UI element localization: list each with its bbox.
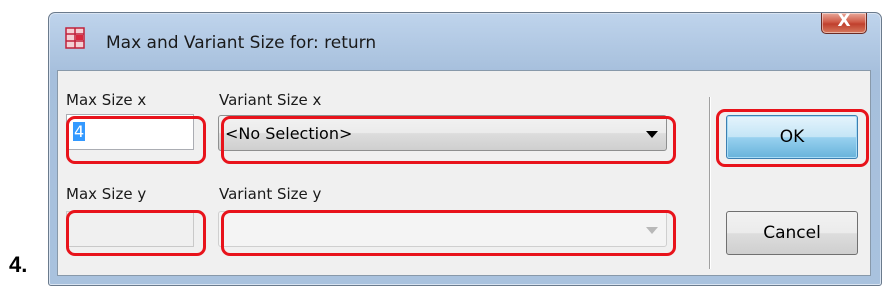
ok-button[interactable]: OK bbox=[726, 115, 858, 159]
max-variant-size-dialog: Max and Variant Size for: return X Max S… bbox=[48, 11, 882, 286]
max-size-x-input[interactable]: 4 bbox=[66, 114, 194, 150]
chevron-down-icon bbox=[646, 131, 658, 138]
max-size-x-label: Max Size x bbox=[66, 91, 147, 109]
variant-size-x-dropdown[interactable]: <No Selection> bbox=[218, 115, 667, 151]
variant-size-x-value: <No Selection> bbox=[225, 124, 353, 143]
dialog-client-area: Max Size x 4 Variant Size x <No Selectio… bbox=[57, 70, 871, 276]
cancel-button[interactable]: Cancel bbox=[726, 211, 858, 255]
variant-size-y-dropdown[interactable] bbox=[218, 211, 667, 247]
max-size-y-input[interactable] bbox=[66, 211, 194, 247]
vertical-separator bbox=[709, 97, 711, 269]
grid-app-icon bbox=[65, 27, 85, 49]
variant-size-y-label: Variant Size y bbox=[219, 185, 322, 203]
chevron-down-icon bbox=[646, 227, 658, 234]
step-number: 4. bbox=[9, 252, 28, 277]
variant-size-x-label: Variant Size x bbox=[219, 91, 322, 109]
close-icon: X bbox=[837, 11, 851, 31]
max-size-y-label: Max Size y bbox=[66, 185, 147, 203]
dialog-titlebar[interactable]: Max and Variant Size for: return bbox=[49, 13, 881, 65]
dialog-title: Max and Variant Size for: return bbox=[106, 33, 377, 53]
max-size-x-value: 4 bbox=[73, 122, 86, 141]
close-button[interactable]: X bbox=[821, 11, 867, 34]
